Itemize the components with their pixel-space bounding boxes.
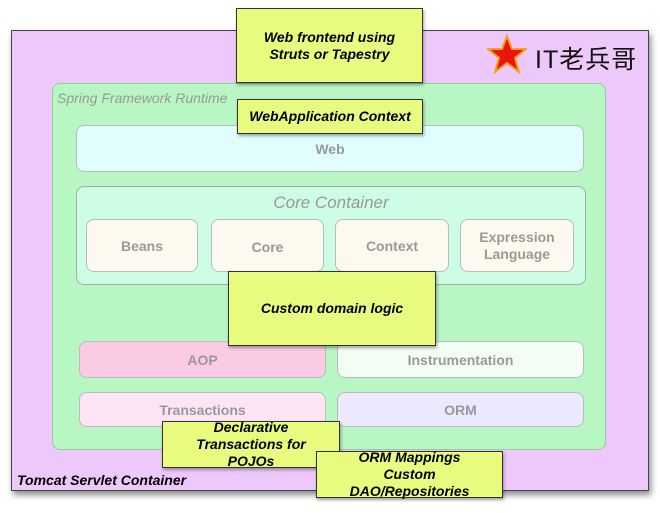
context-label: Context — [365, 237, 419, 254]
aop-module: AOP — [79, 341, 326, 378]
core-container-label: Core Container — [273, 193, 389, 212]
aop-label: AOP — [187, 351, 218, 368]
red-star-icon — [485, 33, 529, 75]
core-label: Core — [251, 239, 284, 255]
instrumentation-label: Instrumentation — [407, 351, 514, 368]
orm-mappings-text: ORM Mappings Custom DAO/Repositories — [349, 449, 470, 499]
web-frontend-note: Web frontend using Struts or Tapestry — [236, 8, 423, 83]
orm-label: ORM — [444, 401, 477, 418]
webapp-context-text: WebApplication Context — [249, 108, 411, 124]
tomcat-label: Tomcat Servlet Container — [17, 472, 187, 488]
domain-logic-text: Custom domain logic — [260, 300, 404, 316]
orm-module: ORM — [337, 392, 584, 427]
web-label: Web — [315, 140, 345, 157]
declarative-transactions-note: Declarative Transactions for POJOs — [162, 419, 340, 469]
beans-module: Beans — [86, 219, 198, 272]
declarative-transactions-text: Declarative Transactions for POJOs — [196, 419, 306, 469]
beans-label: Beans — [120, 237, 164, 254]
context-module: Context — [335, 219, 449, 272]
expression-language-module: Expression Language — [460, 219, 574, 272]
web-frontend-text: Web frontend using Struts or Tapestry — [263, 28, 396, 62]
runtime-label: Spring Framework Runtime — [57, 90, 228, 106]
core-module: Core — [211, 219, 324, 272]
domain-logic-note: Custom domain logic — [228, 271, 436, 346]
watermark-text: IT老兵哥 — [535, 46, 638, 74]
instrumentation-module: Instrumentation — [337, 341, 584, 378]
transactions-label: Transactions — [159, 401, 246, 418]
expression-language-label: Expression Language — [479, 228, 555, 262]
webapp-context-note: WebApplication Context — [237, 99, 423, 134]
orm-mappings-note: ORM Mappings Custom DAO/Repositories — [316, 449, 503, 499]
